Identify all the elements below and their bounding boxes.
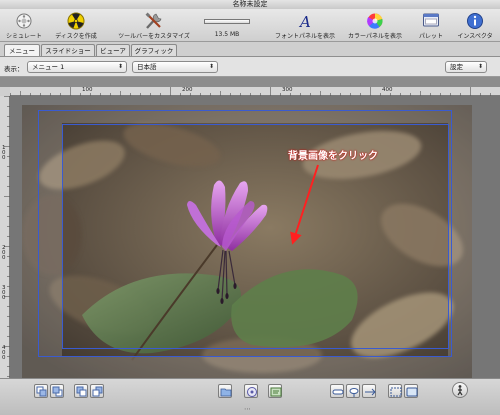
vertical-ruler: 1 0 0 2 0 0 3 0 0 4 0 0 (0, 96, 10, 378)
tab-bar: メニュー スライドショー ビューア グラフィック (0, 42, 500, 57)
ruler-tick-label: 400 (382, 87, 393, 93)
layer-front-button[interactable] (34, 384, 48, 398)
customize-toolbar-label: ツールバーをカスタマイズ (118, 33, 190, 40)
send-backward-button[interactable] (90, 384, 104, 398)
simulate-icon (16, 13, 32, 29)
settings-select-arrows-icon: ⬍ (477, 63, 483, 70)
burn-label: ディスクを作成 (55, 33, 97, 40)
menu-select-value: メニュー 1 (32, 63, 65, 71)
font-icon: A (298, 13, 311, 30)
layers-icon (76, 386, 87, 397)
ruler-tick-label: 4 0 0 (2, 345, 6, 361)
title-bar: 名称未設定 (0, 0, 500, 9)
vertical-ruler-ticks (4, 96, 10, 377)
button-style-button[interactable] (330, 384, 344, 398)
show-tv-frame-button[interactable] (404, 384, 418, 398)
bottom-toolbar: ⋯ (0, 378, 500, 415)
palette-button[interactable]: パレット (416, 9, 446, 42)
menu-select[interactable]: メニュー 1 ⬍ (27, 61, 127, 73)
options-bar: 表示： メニュー 1 ⬍ 日本語 ⬍ 設定 ⬍ (0, 57, 500, 77)
tab-viewer[interactable]: ビューア (96, 44, 130, 56)
menu-select-arrows-icon: ⬍ (117, 63, 123, 70)
toolbar: シミュレート ディスクを作成 ツールバーをカスタマイズ 13.5 MB A フォ… (0, 9, 500, 42)
slideshow-icon (247, 387, 257, 397)
inspector-button[interactable]: インスペクタ (452, 9, 498, 42)
canvas-top-strip (0, 77, 500, 87)
route-button[interactable] (362, 384, 376, 398)
title-safe-inner-frame (62, 124, 449, 349)
burn-button[interactable]: ディスクを作成 (50, 9, 102, 42)
layers-icon (52, 386, 63, 397)
disk-usage-value: 13.5 MB (214, 31, 240, 38)
layers-icon (92, 386, 103, 397)
simulate-button[interactable]: シミュレート (2, 9, 46, 42)
tab-graphics[interactable]: グラフィック (131, 44, 177, 56)
callout-text: 背景画像をクリック (288, 151, 378, 162)
language-select-value: 日本語 (137, 63, 157, 71)
settings-select[interactable]: 設定 ⬍ (445, 61, 487, 73)
tab-menu[interactable]: メニュー (4, 44, 40, 56)
zoom-button[interactable] (346, 384, 360, 398)
show-safe-area-button[interactable] (388, 384, 402, 398)
ruler-tick-label: 100 (82, 87, 93, 93)
ruler-tick-label: 300 (282, 87, 293, 93)
tab-slideshow[interactable]: スライドショー (41, 44, 95, 56)
menu-editor-canvas[interactable]: 100 200 300 400 1 0 0 2 0 0 3 0 0 4 0 0 (0, 77, 500, 378)
bring-forward-button[interactable] (74, 384, 88, 398)
svg-text:A: A (298, 13, 311, 30)
route-icon (365, 388, 376, 396)
horizontal-ruler: 100 200 300 400 (10, 87, 500, 96)
add-folder-button[interactable] (218, 384, 232, 398)
add-slideshow-button[interactable] (244, 384, 258, 398)
ruler-corner (0, 87, 10, 96)
disk-usage-meter: 13.5 MB (201, 9, 253, 42)
tools-icon (145, 12, 162, 29)
language-select[interactable]: 日本語 ⬍ (132, 61, 218, 73)
palette-icon (423, 13, 439, 27)
layer-back-button[interactable] (50, 384, 64, 398)
language-select-arrows-icon: ⬍ (208, 63, 214, 70)
info-icon (467, 13, 483, 29)
ruler-tick-label: 200 (182, 87, 193, 93)
button-shape-icon (332, 389, 344, 395)
simulate-label: シミュレート (6, 33, 42, 40)
ruler-tick-label: 1 0 0 (2, 145, 6, 161)
window-title: 名称未設定 (232, 0, 268, 8)
resize-grip-icon[interactable]: ⋯ (244, 405, 252, 413)
text-box-icon (270, 387, 282, 397)
show-fonts-label: フォントパネルを表示 (274, 33, 335, 40)
show-fonts-button[interactable]: A フォントパネルを表示 (272, 9, 338, 42)
add-text-button[interactable] (268, 384, 282, 398)
palette-label: パレット (418, 33, 443, 40)
motion-runner-icon (457, 385, 463, 396)
settings-select-value: 設定 (450, 63, 463, 71)
color-wheel-icon (367, 13, 383, 29)
motion-button[interactable] (452, 382, 468, 398)
tv-frame-icon (406, 387, 418, 397)
ruler-tick-label: 3 0 0 (2, 285, 6, 301)
ruler-tick-label: 2 0 0 (2, 245, 6, 261)
disk-usage-bar (204, 19, 250, 24)
callout-arrow-icon (290, 164, 319, 245)
customize-toolbar-button[interactable]: ツールバーをカスタマイズ (110, 9, 198, 42)
safe-area-icon (390, 387, 402, 397)
layers-icon (36, 386, 47, 397)
burn-icon (67, 12, 85, 30)
show-colors-label: カラーパネルを表示 (348, 33, 402, 40)
inspector-label: インスペクタ (457, 33, 493, 40)
folder-icon (220, 388, 232, 397)
zoom-icon (349, 388, 359, 397)
show-colors-button[interactable]: カラーパネルを表示 (342, 9, 408, 42)
display-label: 表示： (4, 65, 24, 73)
